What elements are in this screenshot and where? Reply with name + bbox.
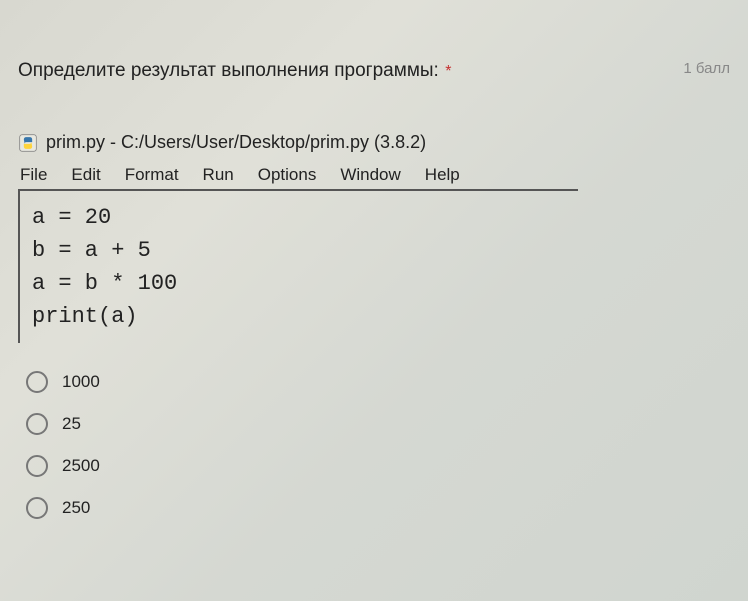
answer-option-1[interactable]: 1000	[26, 371, 730, 393]
question-title: Определите результат выполнения программ…	[18, 60, 439, 81]
option-label: 25	[62, 414, 81, 434]
answer-option-3[interactable]: 2500	[26, 455, 730, 477]
menu-run[interactable]: Run	[203, 165, 234, 185]
menu-help[interactable]: Help	[425, 165, 460, 185]
answer-option-2[interactable]: 25	[26, 413, 730, 435]
option-label: 1000	[62, 372, 100, 392]
menu-options[interactable]: Options	[258, 165, 317, 185]
editor-window-title: prim.py - C:/Users/User/Desktop/prim.py …	[46, 132, 426, 153]
editor-title-row: prim.py - C:/Users/User/Desktop/prim.py …	[18, 132, 730, 153]
question-header: Определите результат выполнения программ…	[18, 60, 730, 82]
answer-option-4[interactable]: 250	[26, 497, 730, 519]
python-file-icon	[18, 133, 38, 153]
option-label: 2500	[62, 456, 100, 476]
menu-edit[interactable]: Edit	[71, 165, 100, 185]
required-star: *	[445, 63, 451, 80]
editor-menu-bar: File Edit Format Run Options Window Help	[18, 165, 730, 185]
code-editor-content: a = 20 b = a + 5 a = b * 100 print(a)	[18, 189, 578, 343]
question-points: 1 балл	[683, 60, 730, 77]
radio-icon	[26, 497, 48, 519]
question-title-wrap: Определите результат выполнения программ…	[18, 60, 452, 82]
menu-file[interactable]: File	[20, 165, 47, 185]
radio-icon	[26, 455, 48, 477]
option-label: 250	[62, 498, 90, 518]
radio-icon	[26, 371, 48, 393]
answer-options: 1000 25 2500 250	[18, 371, 730, 519]
menu-window[interactable]: Window	[340, 165, 400, 185]
menu-format[interactable]: Format	[125, 165, 179, 185]
radio-icon	[26, 413, 48, 435]
